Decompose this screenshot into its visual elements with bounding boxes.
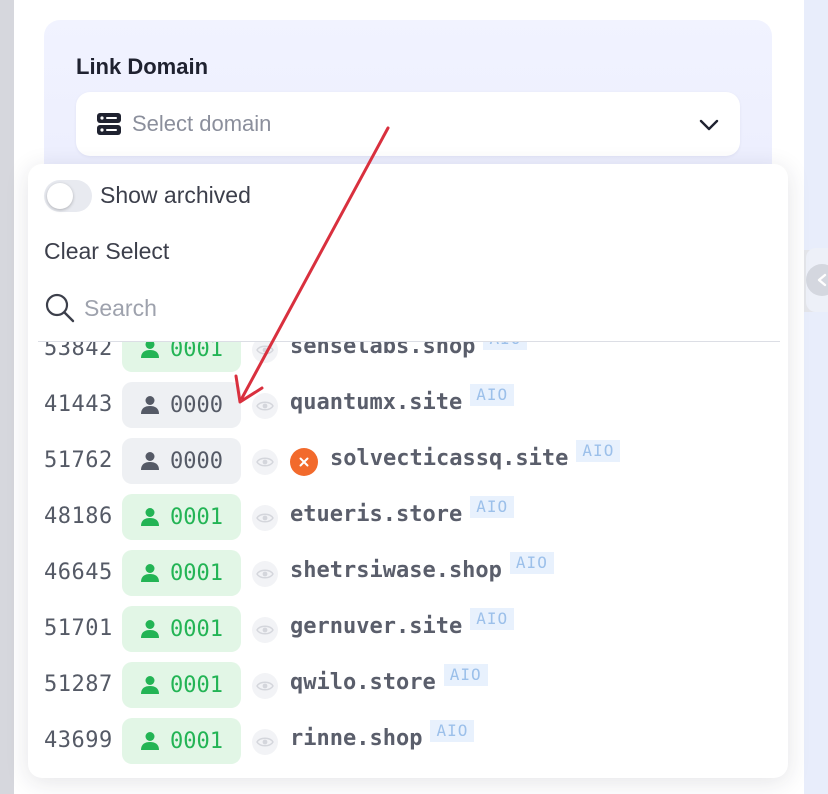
domain-row[interactable]: 41443 0000 quantumx.site AIO	[28, 382, 788, 432]
user-icon	[141, 452, 159, 470]
domain-name[interactable]: qwilo.store	[290, 670, 436, 695]
aio-tag: AIO	[470, 496, 515, 518]
server-icon	[97, 113, 121, 135]
aio-tag: AIO	[470, 608, 515, 630]
eye-icon[interactable]	[252, 342, 278, 363]
show-archived-toggle[interactable]	[44, 180, 92, 212]
user-count-badge: 0001	[122, 606, 241, 652]
show-archived-label[interactable]: Show archived	[100, 182, 251, 209]
aio-tag: AIO	[470, 384, 515, 406]
eye-icon[interactable]	[252, 617, 278, 643]
domain-dropdown: Show archived Clear Select 53842 0001 sens…	[28, 164, 788, 778]
eye-icon[interactable]	[252, 393, 278, 419]
domain-row[interactable]: 51287 0001 qwilo.store AIO	[28, 662, 788, 712]
error-icon	[290, 448, 318, 476]
user-count: 0001	[170, 342, 223, 362]
eye-icon[interactable]	[252, 449, 278, 475]
eye-icon[interactable]	[252, 673, 278, 699]
user-icon	[141, 732, 159, 750]
background-strip	[0, 0, 14, 794]
domain-id: 51762	[44, 448, 113, 473]
domain-row[interactable]: 51762 0000 solvecticassq.site AIO	[28, 438, 788, 488]
domain-name[interactable]: senselabs.shop	[290, 342, 475, 359]
domain-select[interactable]: Select domain	[76, 92, 740, 156]
domain-name[interactable]: etueris.store	[290, 502, 462, 527]
aio-tag: AIO	[443, 664, 488, 686]
aio-tag: AIO	[430, 720, 475, 742]
user-count-badge: 0000	[122, 382, 241, 428]
user-icon	[141, 508, 159, 526]
field-label: Link Domain	[76, 54, 209, 79]
clear-select-button[interactable]: Clear Select	[44, 238, 169, 265]
domain-id: 43699	[44, 728, 113, 753]
search-icon	[45, 293, 75, 323]
eye-icon[interactable]	[252, 729, 278, 755]
user-count: 0000	[170, 448, 223, 474]
user-count: 0001	[170, 504, 223, 530]
domain-id: 51701	[44, 616, 113, 641]
user-count: 0001	[170, 560, 223, 586]
domain-row[interactable]: 43699 0001 rinne.shop AIO	[28, 718, 788, 768]
user-icon	[141, 396, 159, 414]
domain-name[interactable]: solvecticassq.site	[330, 446, 568, 471]
domain-name[interactable]: gernuver.site	[290, 614, 462, 639]
chevron-down-icon[interactable]	[698, 114, 720, 136]
domain-name[interactable]: shetrsiwase.shop	[290, 558, 502, 583]
user-icon	[141, 564, 159, 582]
user-count: 0001	[170, 672, 223, 698]
user-count: 0001	[170, 728, 223, 754]
select-placeholder: Select domain	[132, 111, 272, 136]
aio-tag: AIO	[576, 440, 621, 462]
domain-list: 53842 0001 senselabs.shop AIO 41443 0000 quant…	[28, 342, 788, 778]
domain-name[interactable]: rinne.shop	[290, 726, 422, 751]
user-count-badge: 0001	[122, 494, 241, 540]
user-icon	[141, 676, 159, 694]
user-count: 0001	[170, 616, 223, 642]
user-icon	[141, 620, 159, 638]
aio-tag: AIO	[483, 342, 528, 350]
right-panel	[804, 0, 828, 794]
domain-id: 41443	[44, 392, 113, 417]
domain-row[interactable]: 51701 0001 gernuver.site AIO	[28, 606, 788, 656]
domain-row[interactable]: 46645 0001 shetrsiwase.shop AIO	[28, 550, 788, 600]
link-domain-card: Link Domain Select domain	[44, 20, 772, 180]
domain-row[interactable]: 53842 0001 senselabs.shop AIO	[28, 342, 788, 376]
toggle-knob[interactable]	[47, 183, 73, 209]
search-input[interactable]	[80, 290, 488, 326]
user-icon	[141, 342, 159, 358]
user-count: 0000	[170, 392, 223, 418]
domain-id: 46645	[44, 560, 113, 585]
user-count-badge: 0001	[122, 550, 241, 596]
domain-row[interactable]: 48186 0001 etueris.store AIO	[28, 494, 788, 544]
domain-id: 51287	[44, 672, 113, 697]
user-count-badge: 0001	[122, 718, 241, 764]
domain-id: 48186	[44, 504, 113, 529]
user-count-badge: 0001	[122, 342, 241, 372]
user-count-badge: 0000	[122, 438, 241, 484]
user-count-badge: 0001	[122, 662, 241, 708]
domain-id: 53842	[44, 342, 113, 361]
eye-icon[interactable]	[252, 505, 278, 531]
eye-icon[interactable]	[252, 561, 278, 587]
aio-tag: AIO	[509, 552, 554, 574]
domain-name[interactable]: quantumx.site	[290, 390, 462, 415]
